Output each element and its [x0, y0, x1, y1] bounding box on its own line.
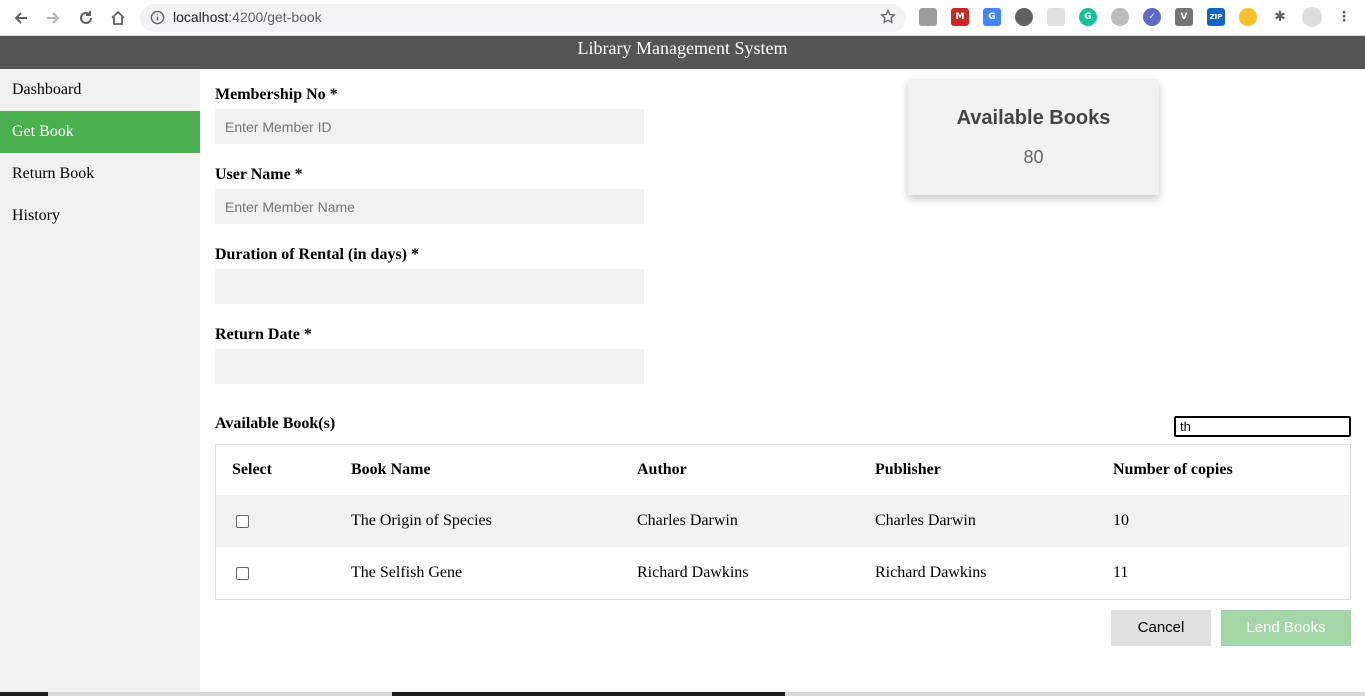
extension-timer-icon[interactable]: [1111, 8, 1129, 26]
publisher-cell: Richard Dawkins: [875, 564, 987, 581]
table-row: The Selfish Gene Richard Dawkins Richard…: [216, 547, 1350, 599]
header-publisher: Publisher: [875, 461, 941, 478]
duration-label: Duration of Rental (in days) *: [215, 246, 420, 263]
extension-vue-icon[interactable]: V: [1175, 8, 1193, 26]
app-title: Library Management System: [577, 38, 788, 58]
extension-check-icon[interactable]: ✓: [1143, 8, 1161, 26]
return-date-label: Return Date *: [215, 326, 312, 343]
extensions-puzzle-icon[interactable]: ✱: [1271, 8, 1289, 26]
copies-cell: 10: [1113, 512, 1129, 529]
sidebar-item-return-book[interactable]: Return Book: [0, 153, 200, 195]
table-header-row: Select Book Name Author Publisher Number…: [216, 445, 1350, 495]
taskbar-segment: [48, 692, 392, 696]
extension-translate-icon[interactable]: G: [983, 8, 1001, 26]
copies-cell: 11: [1113, 564, 1129, 581]
taskbar-edge: [0, 692, 1365, 696]
sidebar-item-history[interactable]: History: [0, 195, 200, 237]
card-count: 80: [1023, 147, 1044, 167]
membership-input[interactable]: [215, 109, 644, 144]
username-input[interactable]: [215, 189, 644, 224]
author-cell: Richard Dawkins: [637, 564, 749, 581]
forward-arrow-icon[interactable]: [41, 6, 65, 30]
books-table: Select Book Name Author Publisher Number…: [215, 444, 1351, 600]
address-bar[interactable]: localhost:4200/get-book: [140, 4, 906, 32]
book-name-cell: The Selfish Gene: [351, 564, 463, 581]
row-select-checkbox[interactable]: [236, 514, 249, 528]
cancel-button[interactable]: Cancel: [1111, 610, 1211, 646]
sidebar-item-get-book[interactable]: Get Book: [0, 111, 200, 153]
membership-label: Membership No *: [215, 86, 338, 103]
author-cell: Charles Darwin: [637, 512, 738, 529]
url-text: localhost:4200/get-book: [173, 9, 322, 25]
reload-icon[interactable]: [74, 6, 98, 30]
table-row: The Origin of Species Charles Darwin Cha…: [216, 495, 1350, 547]
extension-shield-icon[interactable]: M: [951, 8, 969, 26]
book-search-input[interactable]: th: [1174, 416, 1351, 437]
sidebar: Dashboard Get Book Return Book History: [0, 69, 200, 696]
back-arrow-icon[interactable]: [9, 6, 33, 30]
publisher-cell: Charles Darwin: [875, 512, 976, 529]
header-author: Author: [637, 461, 687, 478]
url-host: localhost: [173, 9, 229, 25]
site-info-icon[interactable]: [150, 10, 165, 30]
extension-grammarly-icon[interactable]: G: [1079, 8, 1097, 26]
duration-input[interactable]: [215, 269, 644, 304]
header-select: Select: [232, 461, 272, 478]
available-books-card: Available Books 80: [908, 79, 1159, 195]
sidebar-item-dashboard[interactable]: Dashboard: [0, 69, 200, 111]
extension-circle-icon[interactable]: [1015, 8, 1033, 26]
browser-toolbar: localhost:4200/get-book M G G ✓ V ZIP ✱ …: [0, 0, 1365, 36]
extension-grid-icon[interactable]: [1047, 8, 1065, 26]
book-name-cell: The Origin of Species: [351, 512, 492, 529]
extension-zip-icon[interactable]: ZIP: [1207, 8, 1225, 26]
header-copies: Number of copies: [1113, 461, 1233, 478]
extension-moon-icon[interactable]: [1239, 8, 1257, 26]
available-books-heading: Available Book(s): [215, 415, 336, 432]
app-header: Library Management System: [0, 36, 1365, 69]
bookmark-star-icon[interactable]: [880, 8, 896, 30]
username-label: User Name *: [215, 166, 303, 183]
return-date-input[interactable]: [215, 349, 644, 384]
header-book-name: Book Name: [351, 461, 431, 478]
card-title: Available Books: [956, 107, 1111, 129]
extension-search-icon[interactable]: [919, 8, 937, 26]
lend-books-button[interactable]: Lend Books: [1221, 610, 1351, 646]
row-select-checkbox[interactable]: [236, 566, 249, 580]
profile-avatar-icon[interactable]: [1302, 7, 1322, 27]
url-path: :4200/get-book: [228, 9, 322, 25]
taskbar-segment: [785, 692, 1365, 696]
home-icon[interactable]: [106, 6, 130, 30]
browser-menu-icon[interactable]: ⋮: [1335, 8, 1353, 26]
